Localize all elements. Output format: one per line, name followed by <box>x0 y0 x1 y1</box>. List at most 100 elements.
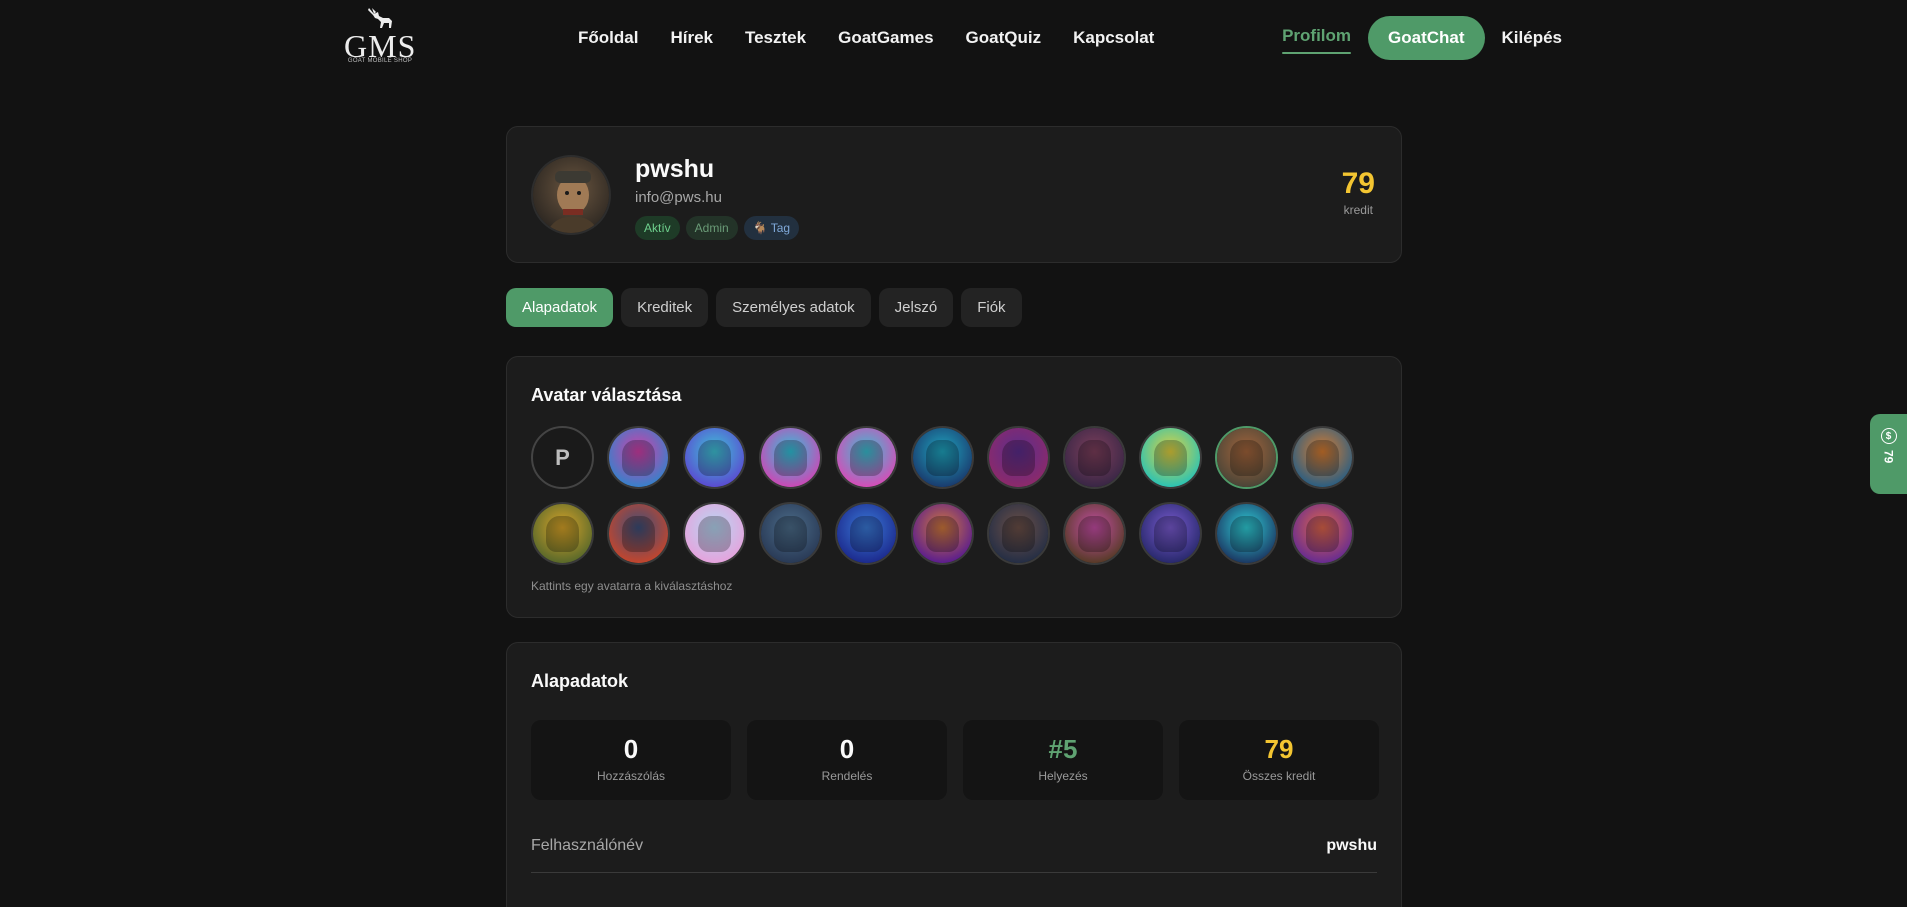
avatar-option[interactable] <box>683 426 746 489</box>
side-credit-value: 79 <box>1881 450 1896 464</box>
field-row-username: Felhasználónév pwshu <box>531 837 1377 873</box>
avatar-option-image <box>685 504 744 563</box>
avatar-option-letter[interactable]: P <box>531 426 594 489</box>
profile-email: info@pws.hu <box>635 189 722 206</box>
avatar-option-image <box>1293 428 1352 487</box>
avatar-option-image <box>913 504 972 563</box>
avatar-section-title: Avatar választása <box>531 385 682 405</box>
top-header: GMS GOAT MOBILE SHOP Főoldal Hírek Teszt… <box>0 0 1907 78</box>
tab-fiok[interactable]: Fiók <box>961 288 1022 327</box>
nav-goatquiz[interactable]: GoatQuiz <box>966 28 1042 48</box>
stat-value: 79 <box>1264 734 1294 764</box>
avatar-option-image <box>989 504 1048 563</box>
avatar-option[interactable] <box>1215 426 1278 489</box>
avatar-hint: Kattints egy avatarra a kiválasztáshoz <box>531 579 733 593</box>
stat-comments: 0 Hozzászólás <box>531 720 731 800</box>
avatar-option-image <box>609 428 668 487</box>
field-value: pwshu <box>1326 837 1377 854</box>
nav-kapcsolat[interactable]: Kapcsolat <box>1073 28 1154 48</box>
avatar-option[interactable] <box>1291 426 1354 489</box>
avatar-option[interactable] <box>987 426 1050 489</box>
role-badge-member: 🐐 Tag <box>743 216 800 240</box>
tab-kreditek[interactable]: Kreditek <box>621 288 709 327</box>
avatar-option[interactable] <box>607 426 670 489</box>
field-label: Felhasználónév <box>531 837 644 854</box>
stat-label: Rendelés <box>821 769 873 783</box>
site-logo[interactable]: GMS GOAT MOBILE SHOP <box>344 6 416 68</box>
user-nav: Profilom GoatChat Kilépés <box>1282 16 1562 60</box>
avatar-option[interactable] <box>1291 502 1354 565</box>
field-row-next <box>531 898 1377 907</box>
avatar-option-image <box>913 428 972 487</box>
stats-row: 0 Hozzászólás 0 Rendelés #5 Helyezés 79 … <box>531 720 1379 800</box>
logo-subtitle: GOAT MOBILE SHOP <box>347 58 413 64</box>
avatar-option[interactable] <box>607 502 670 565</box>
avatar-option-image <box>1065 428 1124 487</box>
profile-avatar <box>531 155 611 235</box>
profile-tabs: Alapadatok Kreditek Személyes adatok Jel… <box>506 288 1022 327</box>
stat-label: Hozzászólás <box>596 769 666 783</box>
avatar-option[interactable] <box>759 502 822 565</box>
tab-alapadatok[interactable]: Alapadatok <box>506 288 614 327</box>
avatar-option[interactable] <box>835 426 898 489</box>
profile-card: pwshu info@pws.hu Aktív Admin 🐐 Tag 79 k… <box>506 126 1402 263</box>
avatar-option[interactable] <box>1063 426 1126 489</box>
avatar-option-image <box>1293 504 1352 563</box>
credit-value: 79 <box>1341 167 1375 200</box>
avatar-option-image <box>989 428 1048 487</box>
avatar-option[interactable] <box>1063 502 1126 565</box>
goatchat-button[interactable]: GoatChat <box>1368 16 1485 60</box>
avatar-option[interactable] <box>759 426 822 489</box>
avatar-option-image <box>1141 504 1200 563</box>
avatar-option-image <box>533 504 592 563</box>
avatar-option-image <box>1065 504 1124 563</box>
main-nav: Főoldal Hírek Tesztek GoatGames GoatQuiz… <box>578 28 1154 48</box>
status-badge-active: Aktív <box>635 216 680 240</box>
nav-fooldal[interactable]: Főoldal <box>578 28 638 48</box>
avatar-image <box>533 157 609 233</box>
avatar-option-image <box>761 504 820 563</box>
role-badge-admin: Admin <box>685 216 738 240</box>
stat-value: #5 <box>1048 734 1078 764</box>
avatar-option-image <box>1217 428 1276 487</box>
stat-value: 0 <box>623 734 639 764</box>
credit-label: kredit <box>1343 203 1373 217</box>
avatar-option[interactable] <box>987 502 1050 565</box>
stat-total-credit: 79 Összes kredit <box>1179 720 1379 800</box>
avatar-option[interactable] <box>531 502 594 565</box>
stat-label: Helyezés <box>1038 769 1088 783</box>
avatar-option-image <box>609 504 668 563</box>
stat-orders: 0 Rendelés <box>747 720 947 800</box>
avatar-option[interactable] <box>911 502 974 565</box>
avatar-option[interactable] <box>1139 426 1202 489</box>
nav-profile-link[interactable]: Profilom <box>1282 26 1351 54</box>
profile-badges: Aktív Admin 🐐 Tag <box>635 216 800 240</box>
stat-rank: #5 Helyezés <box>963 720 1163 800</box>
avatar-option[interactable] <box>1215 502 1278 565</box>
tab-jelszo[interactable]: Jelszó <box>878 288 954 327</box>
avatar-selection-card: Avatar választása P Kattints egy avatarr… <box>506 356 1402 618</box>
avatar-option[interactable] <box>911 426 974 489</box>
avatar-option[interactable] <box>1139 502 1202 565</box>
basic-data-card: Alapadatok 0 Hozzászólás 0 Rendelés #5 H… <box>506 642 1402 907</box>
stat-value: 0 <box>839 734 855 764</box>
avatar-option[interactable] <box>683 502 746 565</box>
nav-goatgames[interactable]: GoatGames <box>838 28 933 48</box>
avatar-grid: P <box>531 426 1354 566</box>
avatar-option-image <box>837 504 896 563</box>
nav-tesztek[interactable]: Tesztek <box>745 28 806 48</box>
avatar-option[interactable] <box>835 502 898 565</box>
avatar-option-image <box>685 428 744 487</box>
avatar-option-image <box>1141 428 1200 487</box>
nav-hirek[interactable]: Hírek <box>670 28 713 48</box>
profile-username: pwshu <box>635 155 715 183</box>
stat-label: Összes kredit <box>1242 769 1316 783</box>
logout-link[interactable]: Kilépés <box>1502 28 1562 48</box>
basic-section-title: Alapadatok <box>531 671 629 691</box>
profile-credit: 79 kredit <box>1341 167 1375 218</box>
avatar-option-image <box>837 428 896 487</box>
avatar-option-image <box>1217 504 1276 563</box>
side-credit-tab[interactable]: $ 79 <box>1870 414 1907 494</box>
tab-szemelyes-adatok[interactable]: Személyes adatok <box>716 288 871 327</box>
coin-icon: $ <box>1880 428 1897 444</box>
